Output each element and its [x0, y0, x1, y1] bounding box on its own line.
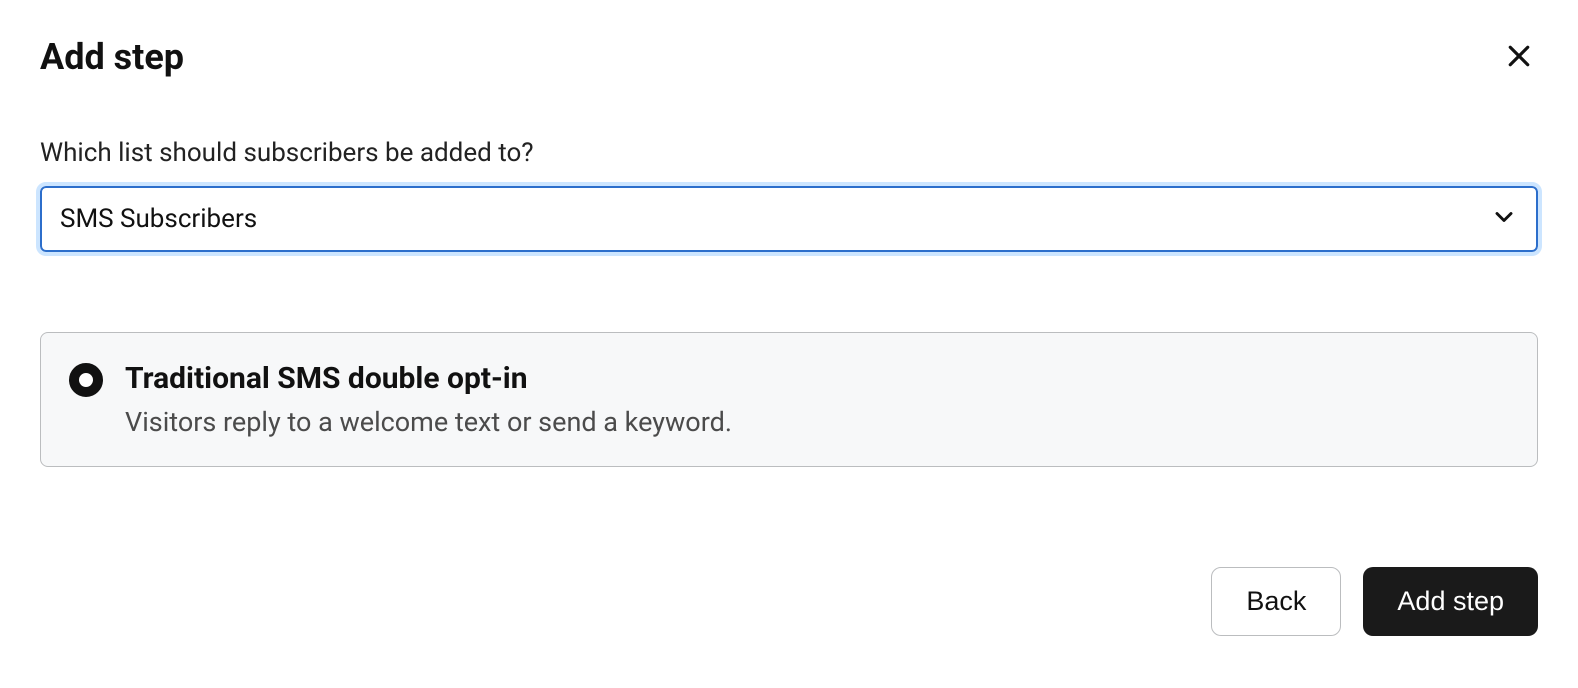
option-title: Traditional SMS double opt-in	[125, 361, 732, 396]
close-button[interactable]	[1500, 37, 1538, 78]
add-step-button[interactable]: Add step	[1363, 567, 1538, 636]
close-icon	[1504, 41, 1534, 74]
modal-header: Add step	[40, 36, 1538, 78]
list-select-value: SMS Subscribers	[60, 204, 257, 234]
list-select-wrapper: SMS Subscribers	[40, 186, 1538, 252]
option-description: Visitors reply to a welcome text or send…	[125, 406, 732, 438]
back-button[interactable]: Back	[1211, 567, 1341, 636]
optin-option-card[interactable]: Traditional SMS double opt-in Visitors r…	[40, 332, 1538, 467]
list-select[interactable]: SMS Subscribers	[40, 186, 1538, 252]
option-text: Traditional SMS double opt-in Visitors r…	[125, 361, 732, 438]
radio-selected-icon[interactable]	[69, 363, 103, 397]
list-select-label: Which list should subscribers be added t…	[40, 138, 1538, 168]
modal-footer: Back Add step	[40, 567, 1538, 636]
modal-title: Add step	[40, 36, 184, 78]
